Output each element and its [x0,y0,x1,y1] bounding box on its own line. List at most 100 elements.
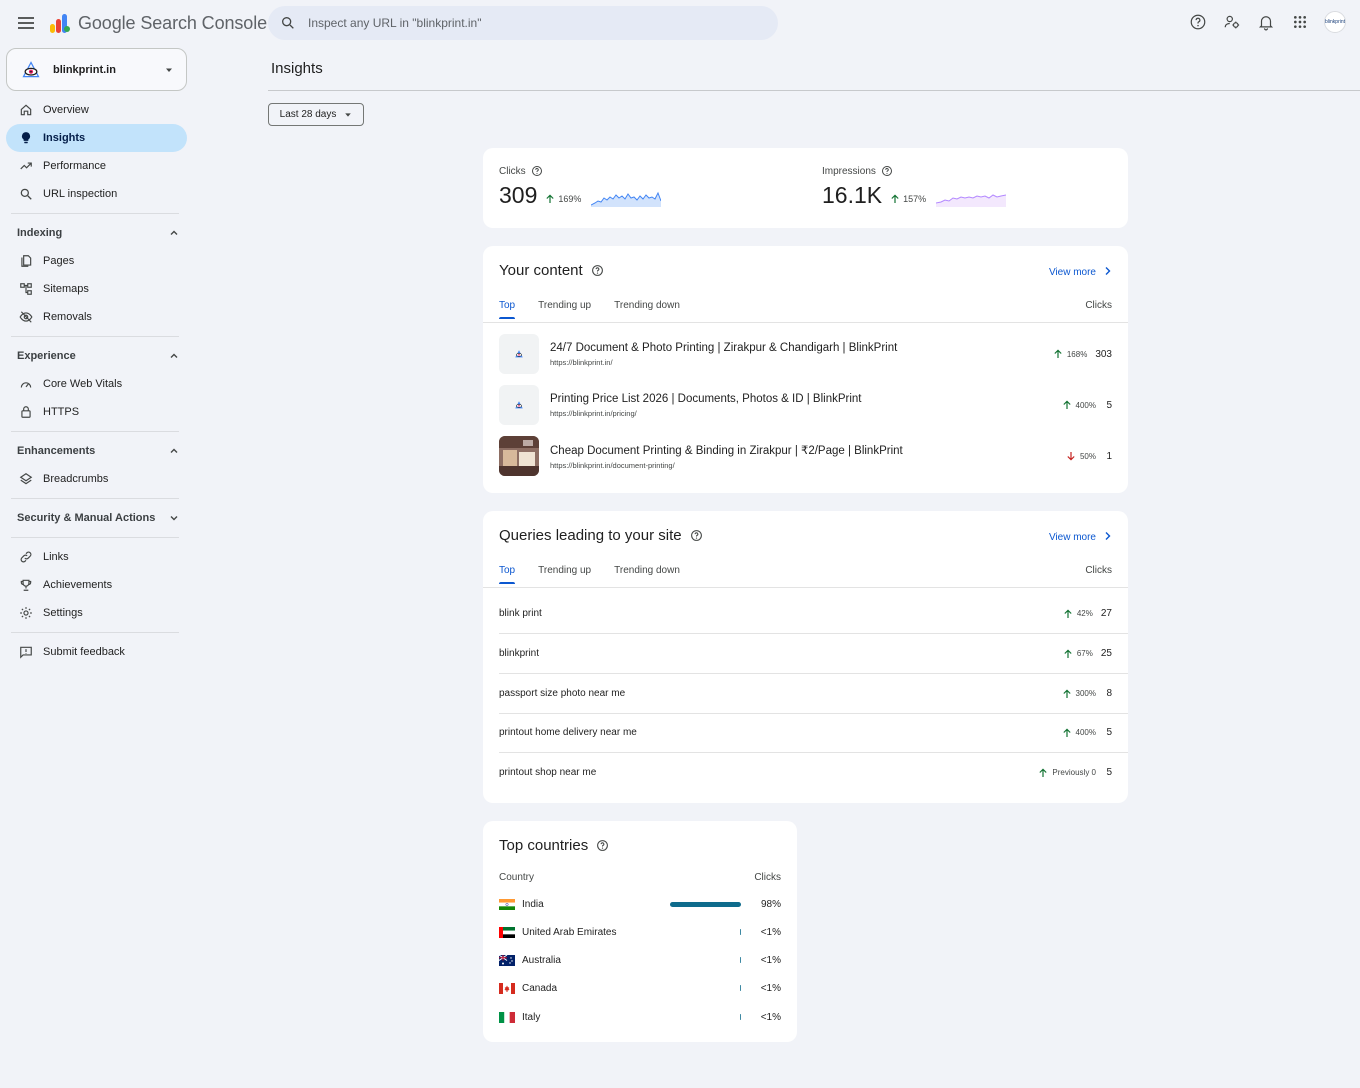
country-row[interactable]: Italy <1% [499,1007,781,1027]
sidebar-item-achievements[interactable]: Achievements [6,571,187,599]
home-icon [19,103,33,117]
query-text: printout home delivery near me [499,727,637,738]
blinkprint-favicon-icon [515,350,523,358]
tab-trending-up[interactable]: Trending up [538,565,591,584]
change-value: 168% [1066,349,1088,359]
sidebar-item-label: Submit feedback [43,646,125,658]
sidebar-item-insights[interactable]: Insights [6,124,187,152]
change-indicator: 300% [1062,688,1096,699]
chevron-down-icon [170,516,178,521]
content-row[interactable]: 24/7 Document & Photo Printing | Zirakpu… [499,334,1112,374]
section-security[interactable]: Security & Manual Actions [6,504,187,532]
tab-trending-up[interactable]: Trending up [538,300,591,319]
content-tabs: Top Trending up Trending down [499,300,703,319]
sidebar-item-sitemaps[interactable]: Sitemaps [6,275,187,303]
clicks-label: Clicks [499,165,526,177]
account-avatar[interactable]: blinkprint [1324,11,1346,33]
query-text: blinkprint [499,648,540,659]
lightbulb-icon [19,131,33,145]
menu-icon[interactable] [14,11,38,35]
content-page-url: https://blinkprint.in/document-printing/ [550,460,675,470]
sidebar-item-label: Breadcrumbs [43,473,109,485]
queries-title: Queries leading to your site [499,527,682,544]
url-inspect-input[interactable] [308,16,748,30]
content-row[interactable]: Printing Price List 2026 | Documents, Ph… [499,385,1112,425]
date-range-label: Last 28 days [279,109,337,120]
sidebar-item-https[interactable]: HTTPS [6,398,187,426]
clicks-count: 5 [1106,727,1112,738]
tab-trending-down[interactable]: Trending down [614,300,680,319]
your-content-title: Your content [499,262,583,279]
manage-users-icon[interactable] [1222,12,1242,32]
apps-grid-icon[interactable] [1290,12,1310,32]
query-row[interactable]: passport size photo near me 300% 8 [499,674,1112,713]
sidebar-item-core-web-vitals[interactable]: Core Web Vitals [6,370,187,398]
chevron-right-icon [1104,531,1112,544]
country-row[interactable]: Canada <1% [499,978,781,998]
view-more-label: View more [1048,267,1096,278]
sidebar-item-links[interactable]: Links [6,543,187,571]
country-clicks-pct: <1% [760,1011,781,1023]
clicks-metric[interactable]: Clicks 309 169% [499,165,662,209]
sidebar-item-pages[interactable]: Pages [6,247,187,275]
query-row[interactable]: printout home delivery near me 400% 5 [499,713,1112,752]
property-selector[interactable]: blinkprint.in [6,48,187,91]
section-title: Indexing [17,227,63,239]
help-icon[interactable] [531,165,543,177]
country-row[interactable]: India 98% [499,894,781,914]
sidebar-item-breadcrumbs[interactable]: Breadcrumbs [6,465,187,493]
divider [11,336,179,337]
italy-flag-icon [499,1011,515,1023]
help-icon[interactable] [591,264,604,277]
notifications-icon[interactable] [1256,12,1276,32]
content-view-more-link[interactable]: View more [1049,266,1112,279]
help-icon[interactable] [596,839,609,852]
tab-trending-down[interactable]: Trending down [614,565,680,584]
sidebar-item-url-inspection[interactable]: URL inspection [6,180,187,208]
lock-icon [19,405,33,419]
url-inspect-search[interactable] [268,6,778,40]
help-icon[interactable] [1188,12,1208,32]
impressions-label: Impressions [822,165,876,177]
sidebar-item-settings[interactable]: Settings [6,599,187,627]
tab-top[interactable]: Top [499,300,516,319]
queries-view-more-link[interactable]: View more [1049,531,1112,544]
country-name: Australia [522,954,561,966]
date-range-selector[interactable]: Last 28 days [268,103,364,126]
change-value: Previously 0 [1052,768,1096,777]
impressions-metric[interactable]: Impressions 16.1K 157% [822,165,1007,209]
query-row[interactable]: blink print 42% 27 [499,594,1112,633]
gear-icon [19,606,33,620]
change-value: 400% [1075,728,1096,737]
section-experience[interactable]: Experience [6,342,187,370]
country-row[interactable]: Australia <1% [499,950,781,970]
query-row[interactable]: blinkprint 67% 25 [499,634,1112,673]
content-row[interactable]: Cheap Document Printing & Binding in Zir… [499,436,1112,476]
country-share-bar [739,929,741,935]
sidebar-item-label: HTTPS [43,406,80,418]
section-indexing[interactable]: Indexing [6,219,187,247]
tab-top[interactable]: Top [499,565,516,584]
section-enhancements[interactable]: Enhancements [6,437,187,465]
app-logo[interactable]: Google Search Console [48,11,267,35]
link-icon [19,550,33,564]
sidebar-item-performance[interactable]: Performance [6,152,187,180]
arrow-up-icon [1039,767,1048,777]
country-name: Italy [522,1011,541,1023]
queries-card: Queries leading to your site View more T… [483,511,1128,803]
change-indicator: 400% [1062,727,1096,738]
help-icon[interactable] [690,529,703,542]
queries-tabs: Top Trending up Trending down [499,565,703,584]
sidebar-nav: Overview Insights Performance URL inspec… [0,96,193,666]
divider [11,537,179,538]
sidebar-item-submit-feedback[interactable]: Submit feedback [6,638,187,666]
country-share-bar [739,1014,741,1020]
sidebar-item-overview[interactable]: Overview [6,96,187,124]
query-row[interactable]: printout shop near me Previously 0 5 [499,753,1112,792]
arrow-up-icon [1064,648,1072,658]
clicks-change: 169% [545,194,581,204]
help-icon[interactable] [881,165,893,177]
country-row[interactable]: United Arab Emirates <1% [499,922,781,942]
sidebar-item-label: Performance [43,160,106,172]
sidebar-item-removals[interactable]: Removals [6,303,187,331]
